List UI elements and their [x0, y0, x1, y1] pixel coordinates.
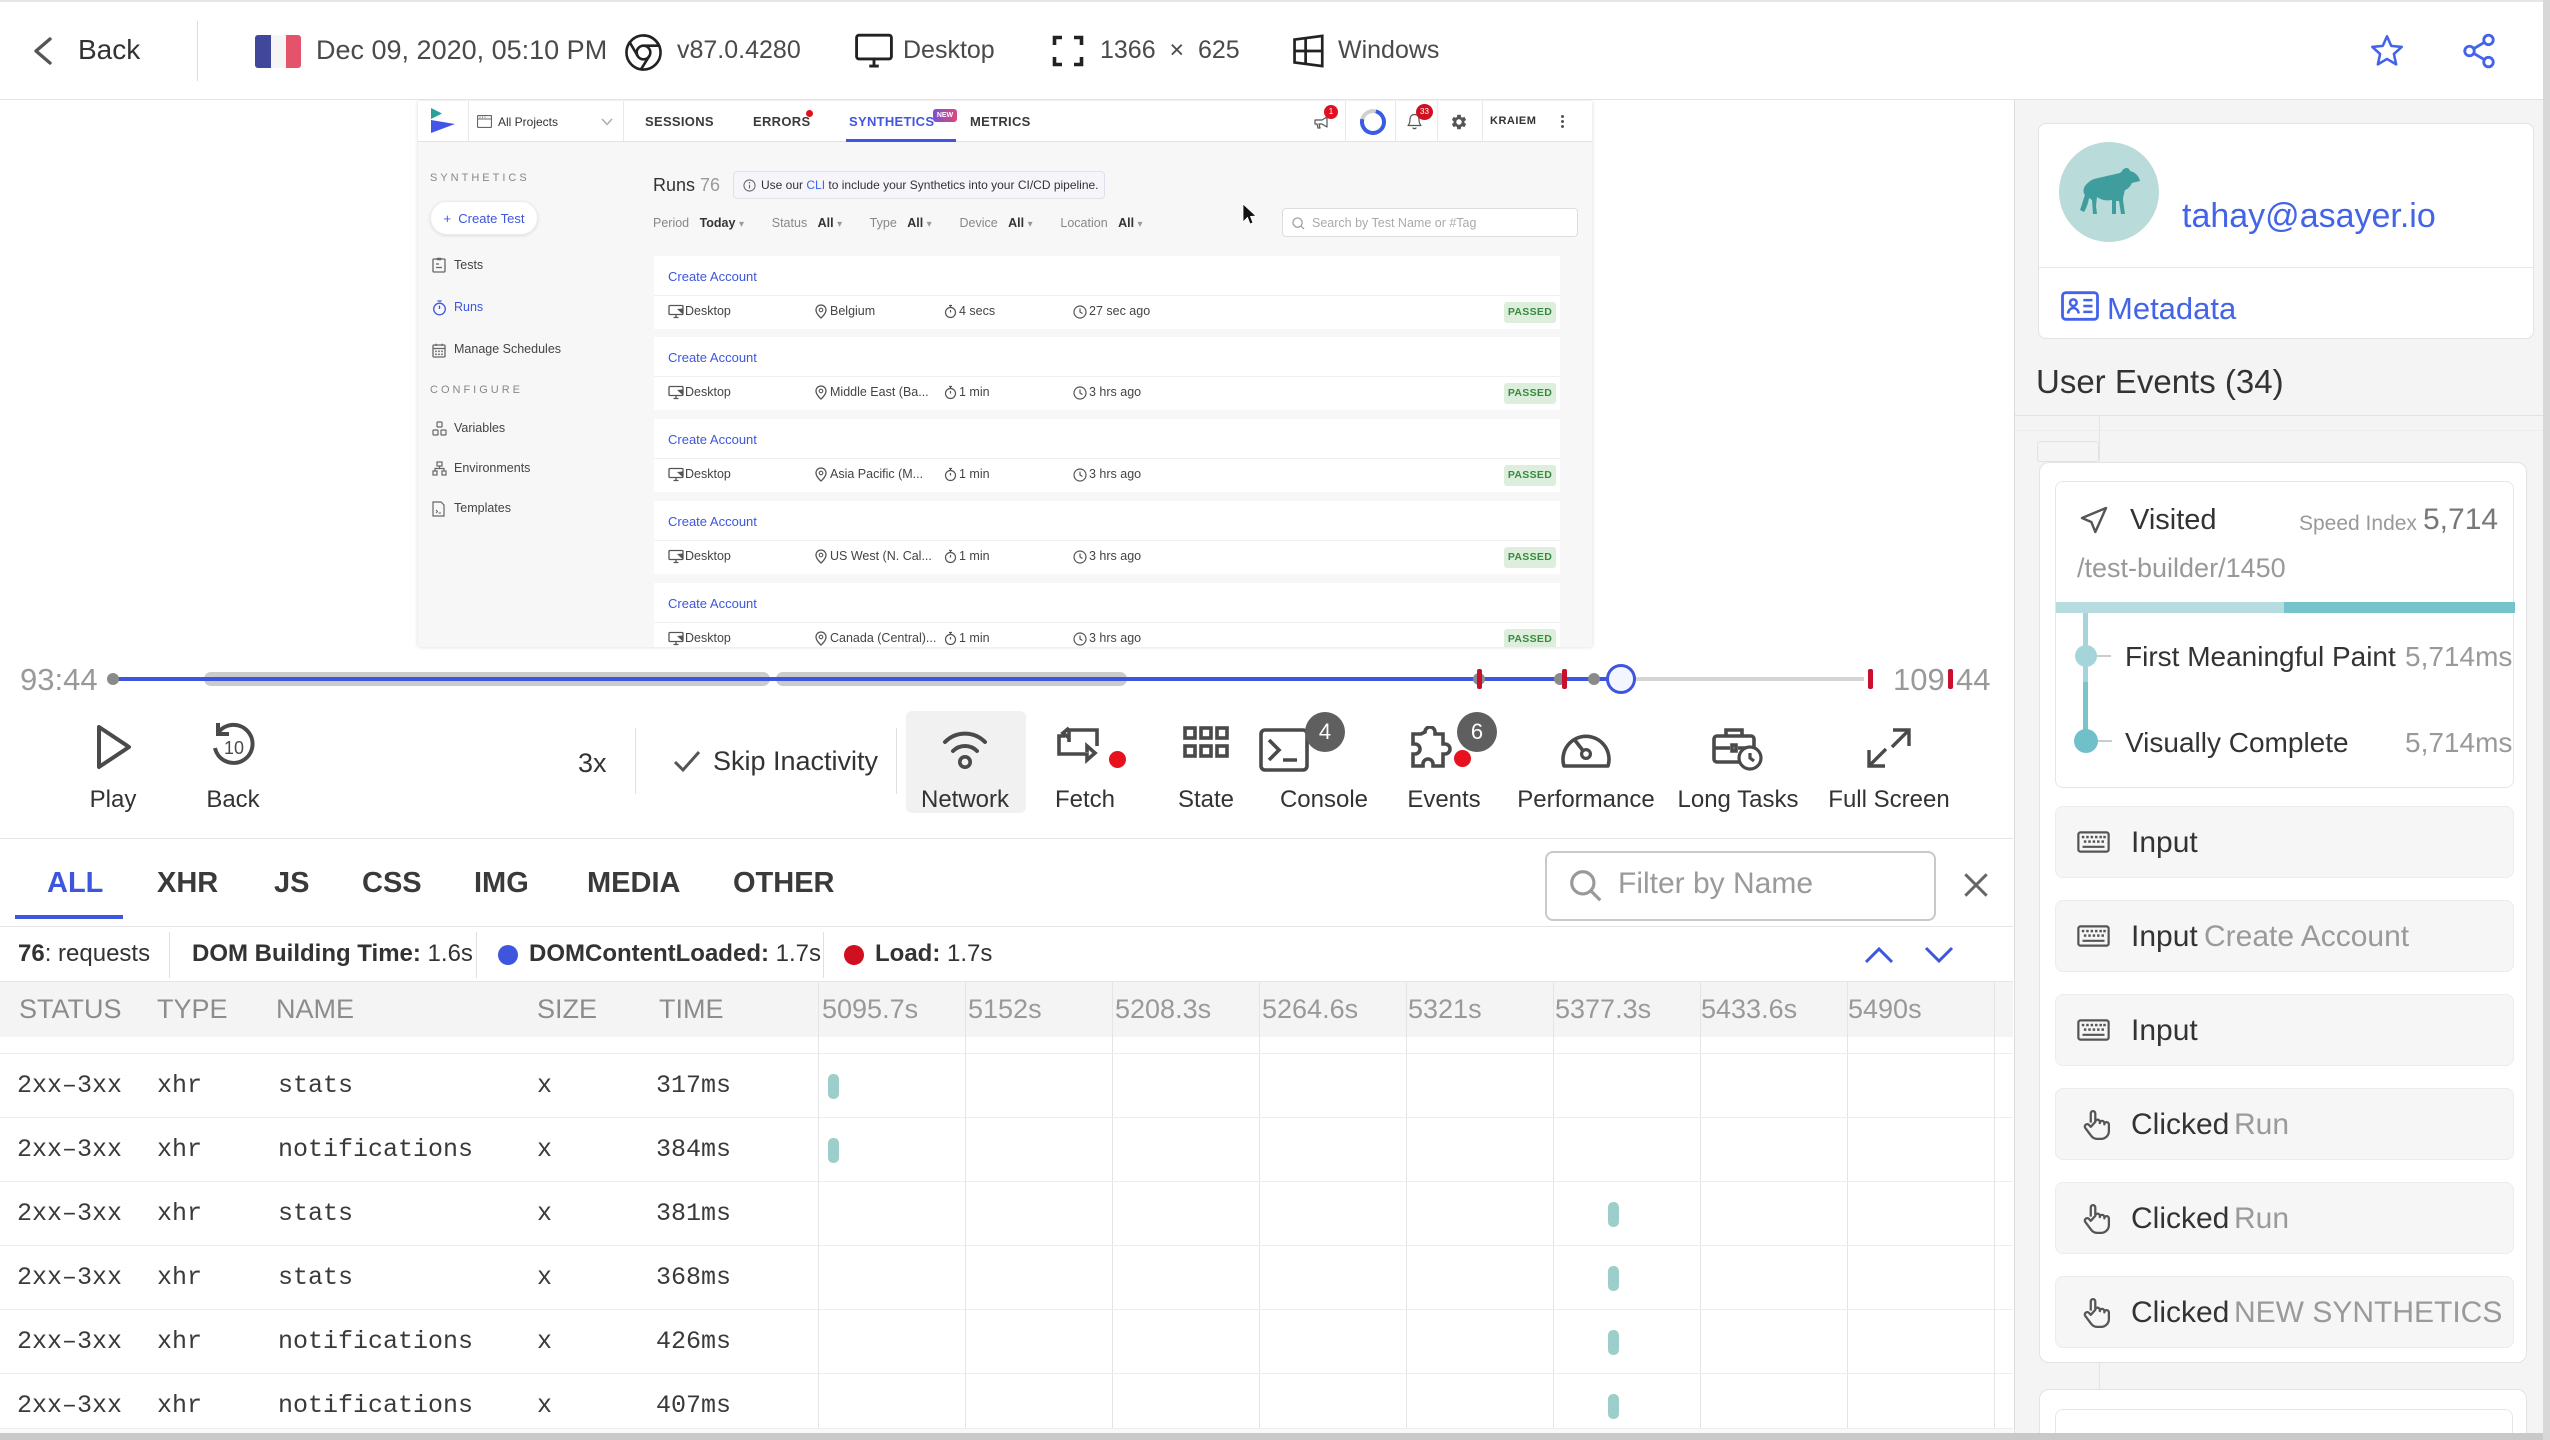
- svg-text:10: 10: [224, 738, 244, 758]
